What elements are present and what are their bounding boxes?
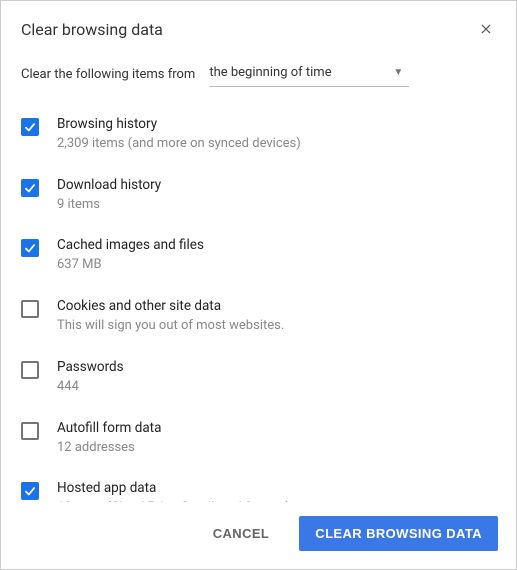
checkbox[interactable] xyxy=(21,422,39,440)
check-icon xyxy=(23,120,37,134)
checkbox[interactable] xyxy=(21,179,39,197)
item-texts: Browsing history2,309 items (and more on… xyxy=(57,115,496,154)
item-texts: Autofill form data12 addresses xyxy=(57,419,496,458)
checkbox[interactable] xyxy=(21,482,39,500)
item-texts: Hosted app data10 apps (Cloud Print, Gma… xyxy=(57,479,496,502)
close-icon xyxy=(479,22,493,36)
close-button[interactable] xyxy=(476,19,496,39)
item-subtitle: 12 addresses xyxy=(57,439,496,458)
checkbox[interactable] xyxy=(21,361,39,379)
time-range-label: Clear the following items from xyxy=(21,67,195,82)
item-subtitle: 9 items xyxy=(57,196,496,215)
list-item: Download history9 items xyxy=(21,166,496,227)
item-title: Passwords xyxy=(57,358,496,377)
clear-browsing-data-dialog: Clear browsing data Clear the following … xyxy=(0,0,517,570)
check-icon xyxy=(23,241,37,255)
time-range-value: the beginning of time xyxy=(209,65,331,80)
item-title: Download history xyxy=(57,176,496,195)
item-texts: Download history9 items xyxy=(57,176,496,215)
dialog-footer: Cancel Clear browsing data xyxy=(1,502,516,569)
item-title: Browsing history xyxy=(57,115,496,134)
list-item: Hosted app data10 apps (Cloud Print, Gma… xyxy=(21,469,496,502)
checkbox[interactable] xyxy=(21,300,39,318)
clear-data-button[interactable]: Clear browsing data xyxy=(299,516,498,551)
list-item: Browsing history2,309 items (and more on… xyxy=(21,105,496,166)
item-title: Cached images and files xyxy=(57,236,496,255)
item-subtitle: 637 MB xyxy=(57,256,496,275)
item-texts: Cookies and other site dataThis will sig… xyxy=(57,297,496,336)
list-item: Cookies and other site dataThis will sig… xyxy=(21,287,496,348)
item-subtitle: 444 xyxy=(57,378,496,397)
item-subtitle: 2,309 items (and more on synced devices) xyxy=(57,135,496,154)
item-title: Autofill form data xyxy=(57,419,496,438)
data-type-list: Browsing history2,309 items (and more on… xyxy=(1,95,516,502)
checkbox[interactable] xyxy=(21,239,39,257)
chevron-down-icon: ▼ xyxy=(393,67,403,78)
list-item: Passwords444 xyxy=(21,348,496,409)
item-title: Cookies and other site data xyxy=(57,297,496,316)
item-title: Hosted app data xyxy=(57,479,496,498)
check-icon xyxy=(23,484,37,498)
time-range-select[interactable]: the beginning of time ▼ xyxy=(209,61,409,87)
time-range-row: Clear the following items from the begin… xyxy=(1,43,516,95)
item-subtitle: This will sign you out of most websites. xyxy=(57,317,496,336)
list-item: Cached images and files637 MB xyxy=(21,226,496,287)
cancel-button[interactable]: Cancel xyxy=(197,516,286,551)
list-item: Autofill form data12 addresses xyxy=(21,409,496,470)
dialog-title: Clear browsing data xyxy=(21,20,163,39)
dialog-header: Clear browsing data xyxy=(1,1,516,43)
item-texts: Passwords444 xyxy=(57,358,496,397)
item-texts: Cached images and files637 MB xyxy=(57,236,496,275)
checkbox[interactable] xyxy=(21,118,39,136)
check-icon xyxy=(23,181,37,195)
